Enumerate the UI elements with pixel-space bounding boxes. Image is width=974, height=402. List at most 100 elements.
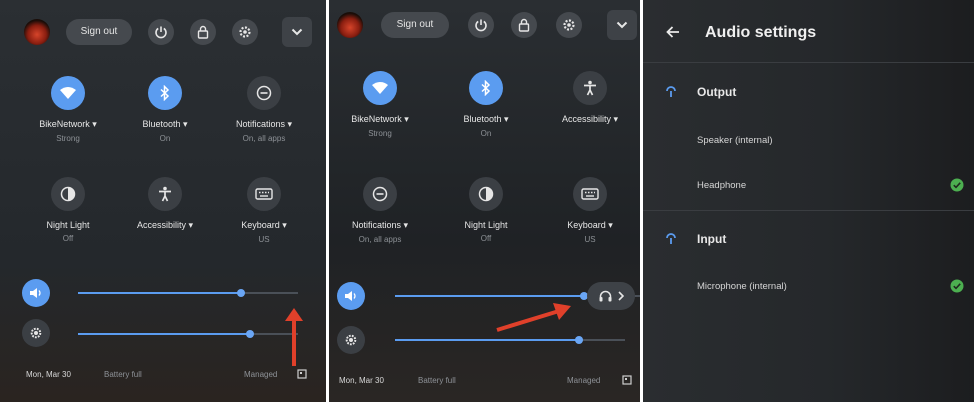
input-device-microphone[interactable]: Microphone (internal) xyxy=(697,281,787,292)
avatar[interactable] xyxy=(337,12,363,38)
volume-button[interactable] xyxy=(22,279,50,307)
tile-notifications[interactable]: Notifications ▾ On, all apps xyxy=(214,76,314,143)
tile-label: Bluetooth ▾ xyxy=(463,114,509,124)
gear-icon xyxy=(239,26,251,38)
tile-sublabel: On xyxy=(159,134,171,143)
collapse-button[interactable] xyxy=(607,10,637,40)
lock-icon xyxy=(197,25,209,39)
tile-bluetooth[interactable]: Bluetooth ▾ On xyxy=(436,71,536,138)
input-heading: Input xyxy=(697,232,727,246)
power-icon xyxy=(475,19,487,32)
red-arrow-annotation xyxy=(496,303,571,332)
tile-label: Keyboard ▾ xyxy=(567,220,613,230)
arrow-back-icon xyxy=(666,26,679,38)
enterprise-icon xyxy=(622,375,632,385)
check-circle-icon xyxy=(950,279,964,293)
tile-sublabel: On, all apps xyxy=(242,134,286,143)
brightness-slider[interactable] xyxy=(78,330,298,338)
tile-sublabel: Off xyxy=(62,234,74,243)
night-light-icon xyxy=(469,177,503,211)
tile-sublabel: US xyxy=(584,235,596,244)
volume-icon xyxy=(30,288,41,298)
night-light-icon xyxy=(51,177,85,211)
keyboard-icon xyxy=(247,177,281,211)
brightness-button[interactable] xyxy=(337,326,365,354)
tile-night-light[interactable]: Night Light Off xyxy=(436,177,536,243)
tile-accessibility[interactable]: Accessibility ▾ xyxy=(115,177,215,231)
accessibility-icon xyxy=(148,177,182,211)
keyboard-icon xyxy=(573,177,607,211)
volume-button[interactable] xyxy=(337,282,365,310)
date-label[interactable]: Mon, Mar 30 xyxy=(26,370,71,379)
brightness-slider-handle[interactable] xyxy=(575,336,583,344)
audio-output-button[interactable] xyxy=(587,282,635,310)
quick-settings-panel-2: Sign out BikeNetwork ▾ Strong Bluetooth … xyxy=(329,0,640,402)
quick-settings-panel-1: Sign out BikeNetwork ▾ Strong Bluetooth … xyxy=(0,0,326,402)
do-not-disturb-icon xyxy=(247,76,281,110)
tile-bluetooth[interactable]: Bluetooth ▾ On xyxy=(115,76,215,143)
tile-wifi[interactable]: BikeNetwork ▾ Strong xyxy=(330,71,430,138)
tile-accessibility[interactable]: Accessibility ▾ xyxy=(540,71,640,125)
tile-label: Keyboard ▾ xyxy=(241,220,287,230)
enterprise-icon xyxy=(297,369,307,379)
settings-button[interactable] xyxy=(232,19,258,45)
header-divider xyxy=(643,62,974,63)
brightness-slider[interactable] xyxy=(395,336,625,344)
tile-sublabel: On, all apps xyxy=(358,235,402,244)
managed-label[interactable]: Managed xyxy=(244,370,277,379)
lock-button[interactable] xyxy=(190,19,216,45)
brightness-icon xyxy=(345,334,357,346)
brightness-icon xyxy=(30,327,42,339)
tile-keyboard[interactable]: Keyboard ▾ US xyxy=(214,177,314,244)
collapse-button[interactable] xyxy=(282,17,312,47)
audio-settings-panel: Audio settings Output Speaker (internal)… xyxy=(643,0,974,402)
battery-label: Battery full xyxy=(418,376,456,385)
output-device-headphone[interactable]: Headphone xyxy=(697,180,746,191)
bluetooth-icon xyxy=(148,76,182,110)
date-label[interactable]: Mon, Mar 30 xyxy=(339,376,384,385)
tile-label: Night Light xyxy=(46,220,90,230)
settings-button[interactable] xyxy=(556,12,582,38)
back-button[interactable] xyxy=(659,18,687,46)
accessibility-icon xyxy=(573,71,607,105)
brightness-slider-handle[interactable] xyxy=(245,330,254,338)
tile-label: Accessibility ▾ xyxy=(136,220,194,230)
tile-sublabel: US xyxy=(258,235,270,244)
tile-night-light[interactable]: Night Light Off xyxy=(18,177,118,243)
tile-keyboard[interactable]: Keyboard ▾ US xyxy=(540,177,640,244)
output-device-speaker[interactable]: Speaker (internal) xyxy=(697,135,773,146)
managed-label[interactable]: Managed xyxy=(567,376,600,385)
tile-sublabel: Strong xyxy=(56,134,80,143)
wifi-icon xyxy=(363,71,397,105)
tile-label: Notifications ▾ xyxy=(235,119,293,129)
tile-label: Night Light xyxy=(464,220,508,230)
brightness-button[interactable] xyxy=(22,319,50,347)
headphones-icon xyxy=(599,290,611,302)
tile-label: BikeNetwork ▾ xyxy=(351,114,409,124)
power-button[interactable] xyxy=(468,12,494,38)
battery-label: Battery full xyxy=(104,370,142,379)
gear-icon xyxy=(563,19,575,31)
chevron-down-icon xyxy=(291,28,303,36)
volume-slider-handle[interactable] xyxy=(236,289,245,297)
power-icon xyxy=(155,26,167,39)
chevron-down-icon xyxy=(616,21,628,29)
tile-label: BikeNetwork ▾ xyxy=(39,119,97,129)
volume-slider[interactable] xyxy=(78,289,298,297)
tile-sublabel: Off xyxy=(480,234,492,243)
output-icon xyxy=(666,86,676,97)
tile-wifi[interactable]: BikeNetwork ▾ Strong xyxy=(18,76,118,143)
tile-notifications[interactable]: Notifications ▾ On, all apps xyxy=(330,177,430,244)
tile-sublabel: On xyxy=(480,129,492,138)
page-title: Audio settings xyxy=(705,24,817,41)
volume-icon xyxy=(345,291,356,301)
chevron-right-icon xyxy=(617,291,624,301)
sign-out-button[interactable]: Sign out xyxy=(66,19,132,45)
tile-label: Notifications ▾ xyxy=(351,220,409,230)
avatar[interactable] xyxy=(24,19,50,45)
output-heading: Output xyxy=(697,85,737,99)
lock-button[interactable] xyxy=(511,12,537,38)
sign-out-button[interactable]: Sign out xyxy=(381,12,449,38)
power-button[interactable] xyxy=(148,19,174,45)
tile-sublabel: Strong xyxy=(368,129,392,138)
